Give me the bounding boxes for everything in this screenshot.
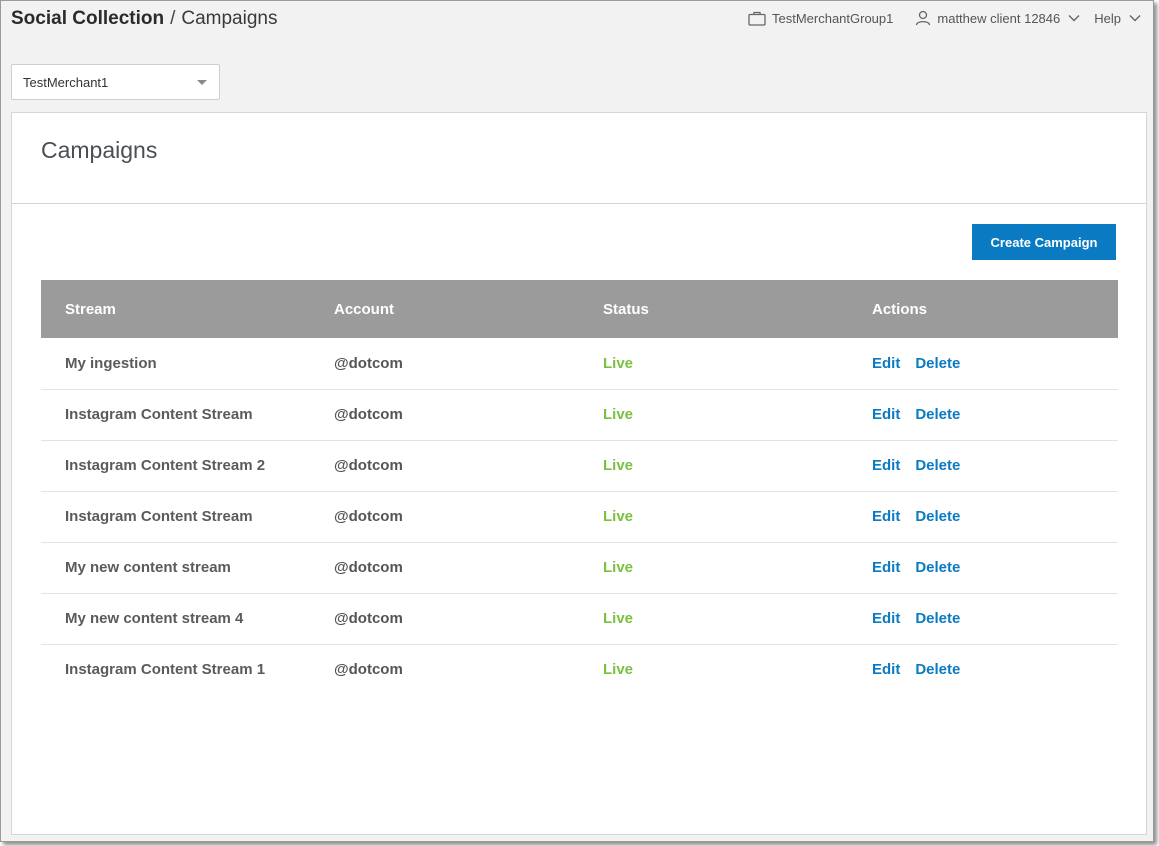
actions-cell: Edit Delete — [848, 593, 1118, 644]
edit-link[interactable]: Edit — [872, 610, 900, 627]
account-name: @dotcom — [334, 559, 403, 576]
status-badge: Live — [603, 508, 634, 525]
stream-name: Instagram Content Stream — [65, 406, 253, 423]
table-row: Instagram Content Stream 1 @dotcom Live … — [41, 644, 1118, 695]
merchant-group-label: TestMerchantGroup1 — [771, 10, 894, 26]
delete-link[interactable]: Delete — [915, 355, 960, 372]
account-name: @dotcom — [334, 661, 403, 679]
account-name: @dotcom — [334, 406, 403, 423]
user-menu[interactable]: matthew client 12846 — [915, 10, 1080, 26]
status-badge: Live — [603, 559, 634, 576]
top-bar: Social Collection / Campaigns TestMerchant… — [1, 1, 1153, 39]
actions-cell: Edit Delete — [848, 389, 1118, 440]
actions-cell: Edit Delete — [848, 440, 1118, 491]
stream-name: Instagram Content Stream 2 — [65, 457, 266, 474]
briefcase-icon — [748, 11, 766, 26]
app-title[interactable]: Social Collection — [11, 8, 164, 29]
stream-name: Instagram Content Stream 1 — [65, 661, 266, 679]
help-menu[interactable]: Help — [1094, 11, 1141, 26]
app-window: Social Collection / Campaigns TestMerchant… — [0, 0, 1154, 842]
table-row: Instagram Content Stream @dotcom Live Ed… — [41, 389, 1118, 440]
stream-name: My new content stream 4 — [65, 610, 244, 627]
status-badge: Live — [603, 406, 634, 423]
create-campaign-button[interactable]: Create Campaign — [972, 224, 1116, 260]
account-name: @dotcom — [334, 610, 403, 627]
delete-link[interactable]: Delete — [915, 457, 960, 474]
account-name: @dotcom — [334, 508, 403, 525]
table-row: My new content stream @dotcom Live Edit D… — [41, 542, 1118, 593]
actions-cell: Edit Delete — [848, 338, 1118, 389]
status-badge: Live — [603, 457, 634, 474]
delete-link[interactable]: Delete — [915, 559, 960, 576]
user-name: matthew client 12846 — [937, 10, 1061, 26]
column-header-account: Account — [334, 300, 394, 318]
account-name: @dotcom — [334, 457, 403, 474]
status-badge: Live — [603, 610, 634, 627]
stream-name: My ingestion — [65, 354, 157, 372]
chevron-down-icon — [1129, 14, 1141, 22]
help-label: Help — [1094, 10, 1121, 26]
edit-link[interactable]: Edit — [872, 355, 900, 372]
panel-header: Campaigns — [12, 113, 1146, 204]
breadcrumb: Social Collection / Campaigns — [11, 8, 277, 30]
user-icon — [915, 10, 931, 26]
chevron-down-icon — [1068, 14, 1080, 22]
merchant-select[interactable]: TestMerchant1 — [11, 64, 220, 100]
page-title: Campaigns — [181, 8, 278, 29]
delete-link[interactable]: Delete — [915, 661, 960, 678]
status-badge: Live — [603, 354, 634, 372]
edit-link[interactable]: Edit — [872, 457, 900, 474]
table-row: Instagram Content Stream 2 @dotcom Live … — [41, 440, 1118, 491]
actions-cell: Edit Delete — [848, 491, 1118, 542]
edit-link[interactable]: Edit — [872, 508, 900, 525]
edit-link[interactable]: Edit — [872, 559, 900, 576]
merchant-group-selector[interactable]: TestMerchantGroup1 — [748, 11, 893, 26]
caret-down-icon — [197, 80, 207, 85]
panel-title: Campaigns — [41, 137, 158, 163]
stream-name: Instagram Content Stream — [65, 508, 253, 525]
actions-cell: Edit Delete — [848, 542, 1118, 593]
actions-cell: Edit Delete — [848, 644, 1118, 695]
column-header-actions: Actions — [872, 300, 928, 318]
table-row: Instagram Content Stream @dotcom Live Ed… — [41, 491, 1118, 542]
stream-name: My new content stream — [65, 559, 231, 576]
edit-link[interactable]: Edit — [872, 661, 900, 678]
breadcrumb-separator: / — [170, 8, 176, 29]
merchant-select-value: TestMerchant1 — [23, 75, 109, 90]
account-name: @dotcom — [334, 354, 403, 372]
table-row: My new content stream 4 @dotcom Live Edi… — [41, 593, 1118, 644]
column-header-stream: Stream — [65, 300, 116, 318]
column-header-status: Status — [603, 300, 649, 318]
table-row: My ingestion @dotcom Live Edit Delete — [41, 338, 1118, 389]
delete-link[interactable]: Delete — [915, 406, 960, 423]
top-right-menu: TestMerchantGroup1 matthew client 12846 — [748, 10, 1141, 26]
campaigns-table: Stream Account Status Actions My ingesti… — [41, 280, 1118, 695]
status-badge: Live — [603, 661, 634, 679]
campaigns-panel: Campaigns Create Campaign Stream Account… — [11, 112, 1147, 835]
table-header-row: Stream Account Status Actions — [41, 280, 1118, 338]
delete-link[interactable]: Delete — [915, 610, 960, 627]
delete-link[interactable]: Delete — [915, 508, 960, 525]
edit-link[interactable]: Edit — [872, 406, 900, 423]
